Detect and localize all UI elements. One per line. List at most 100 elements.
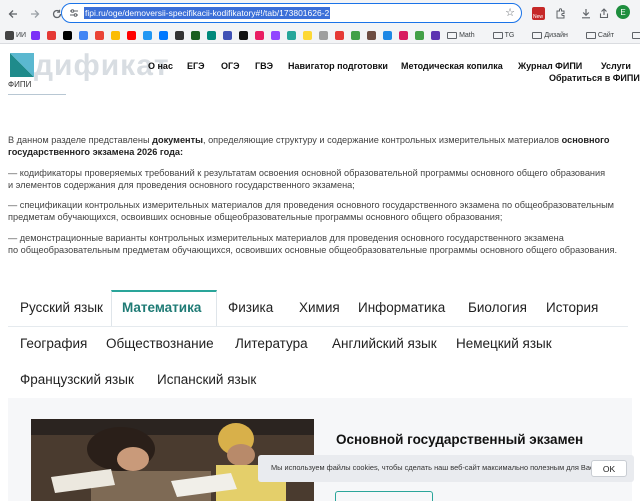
back-icon[interactable] (4, 5, 22, 23)
bookmark-favicon-icon (79, 30, 89, 40)
tab-social-studies[interactable]: Обществознание (106, 336, 214, 351)
bookmark-item[interactable] (159, 30, 170, 40)
extensions-icon[interactable] (553, 5, 567, 21)
bookmark-favicon-icon (47, 30, 57, 40)
bookmark-item[interactable] (31, 30, 42, 40)
folder-icon (532, 31, 543, 39)
bookmark-item[interactable] (127, 30, 138, 40)
cookie-banner: Мы используем файлы cookies, чтобы сдела… (258, 455, 634, 482)
bookmark-favicon-icon (127, 30, 137, 40)
bookmark-folder[interactable]: Сайт (585, 31, 615, 39)
tab-spanish[interactable]: Испанский язык (157, 372, 256, 387)
address-bar[interactable]: fipi.ru/oge/demoversii-specifikacii-kodi… (61, 3, 522, 23)
bookmark-favicon-icon (5, 30, 14, 40)
bookmark-item[interactable] (415, 30, 426, 40)
bookmark-item[interactable] (223, 30, 234, 40)
bookmark-item[interactable] (255, 30, 266, 40)
bookmark-item[interactable] (271, 30, 282, 40)
new-extension-icon[interactable]: New (530, 5, 546, 21)
bookmark-item[interactable] (303, 30, 314, 40)
tab-french[interactable]: Французский язык (20, 372, 134, 387)
bookmark-folder-label: Сайт (597, 31, 615, 39)
logo-caption: ФИПИ (8, 80, 32, 89)
bookmark-favicon-icon (95, 30, 105, 40)
bookmark-favicon-icon (63, 30, 73, 40)
nav-oge[interactable]: ОГЭ (221, 61, 240, 71)
nav-gve[interactable]: ГВЭ (255, 61, 273, 71)
share-icon[interactable] (598, 5, 610, 21)
bookmark-favicon-icon (351, 30, 361, 40)
bookmark-item[interactable] (431, 30, 442, 40)
nav-about[interactable]: О нас (148, 61, 173, 71)
bookmark-item[interactable] (63, 30, 74, 40)
bookmark-item[interactable] (95, 30, 106, 40)
bookmark-item[interactable] (239, 30, 250, 40)
tab-german[interactable]: Немецкий язык (456, 336, 552, 351)
tab-physics[interactable]: Физика (228, 300, 273, 315)
nav-ege[interactable]: ЕГЭ (187, 61, 205, 71)
tab-russian[interactable]: Русский язык (20, 300, 103, 315)
bookmark-item[interactable] (383, 30, 394, 40)
new-badge: New (531, 6, 545, 20)
url-text[interactable]: fipi.ru/oge/demoversii-specifikacii-kodi… (84, 7, 331, 19)
bookmark-item[interactable] (47, 30, 58, 40)
bookmark-folder-label: Math (459, 31, 475, 39)
tab-informatics[interactable]: Информатика (358, 300, 445, 315)
bookmark-folder[interactable]: TG (492, 31, 514, 39)
fipi-logo-icon[interactable] (7, 51, 37, 79)
tab-biology[interactable]: Биология (468, 300, 527, 315)
bookmark-item[interactable] (143, 30, 154, 40)
bookmark-folder[interactable]: Дизайн (532, 31, 568, 39)
bookmark-item[interactable] (191, 30, 202, 40)
bookmark-item[interactable] (175, 30, 186, 40)
tab-geography[interactable]: География (20, 336, 87, 351)
bookmark-favicon-icon (239, 30, 249, 40)
bookmark-favicon-icon (415, 30, 425, 40)
bookmark-item[interactable] (207, 30, 218, 40)
bookmark-favicon-icon (223, 30, 233, 40)
bookmark-favicon-icon (255, 30, 265, 40)
bookmark-item[interactable] (287, 30, 298, 40)
bookmark-favicon-icon (383, 30, 393, 40)
bookmark-favicon-icon (111, 30, 121, 40)
intro-item-codifiers: — кодификаторы проверяемых требований к … (8, 168, 606, 190)
profile-avatar[interactable]: E (616, 5, 630, 19)
nav-navigator[interactable]: Навигатор подготовки (288, 61, 388, 71)
bookmark-item[interactable] (351, 30, 362, 40)
intro-paragraph: В данном разделе представлены документы,… (8, 135, 610, 157)
bookmark-folder[interactable]: Инт (632, 31, 640, 39)
nav-services[interactable]: Услуги (601, 61, 631, 71)
folder-icon (492, 31, 503, 39)
nav-journal[interactable]: Журнал ФИПИ (518, 61, 582, 71)
tab-literature[interactable]: Литература (235, 336, 308, 351)
bookmark-item[interactable] (79, 30, 90, 40)
bookmark-star-icon[interactable]: ☆ (505, 6, 515, 19)
tab-english[interactable]: Английский язык (332, 336, 437, 351)
cookie-ok-button[interactable]: OK (591, 460, 627, 477)
bookmark-favicon-icon (287, 30, 297, 40)
exam-link-button[interactable] (335, 491, 433, 501)
cookie-text: Мы используем файлы cookies, чтобы сдела… (271, 463, 596, 472)
bookmark-item[interactable] (399, 30, 410, 40)
bookmark-favicon-icon (303, 30, 313, 40)
tab-history[interactable]: История (546, 300, 598, 315)
bookmark-item[interactable] (335, 30, 346, 40)
tab-chemistry[interactable]: Химия (299, 300, 340, 315)
tabs-divider (8, 326, 628, 327)
tab-math-label[interactable]: Математика (122, 300, 201, 315)
bookmark-item[interactable] (319, 30, 330, 40)
nav-contact[interactable]: Обратиться в ФИПИ (549, 73, 640, 83)
bookmark-folder[interactable]: Math (447, 31, 475, 39)
site-settings-icon[interactable] (68, 7, 80, 19)
logo-divider (8, 94, 66, 95)
nav-methodical[interactable]: Методическая копилка (401, 61, 503, 71)
bookmark-label: ИИ (16, 31, 27, 39)
download-icon[interactable] (580, 5, 592, 21)
bookmark-item[interactable] (367, 30, 378, 40)
forward-icon[interactable] (26, 5, 44, 23)
bookmark-favicon-icon (159, 30, 169, 40)
bookmark-favicon-icon (399, 30, 409, 40)
bookmark-item[interactable]: ИИ (5, 30, 27, 40)
folder-icon (585, 31, 596, 39)
bookmark-item[interactable] (111, 30, 122, 40)
